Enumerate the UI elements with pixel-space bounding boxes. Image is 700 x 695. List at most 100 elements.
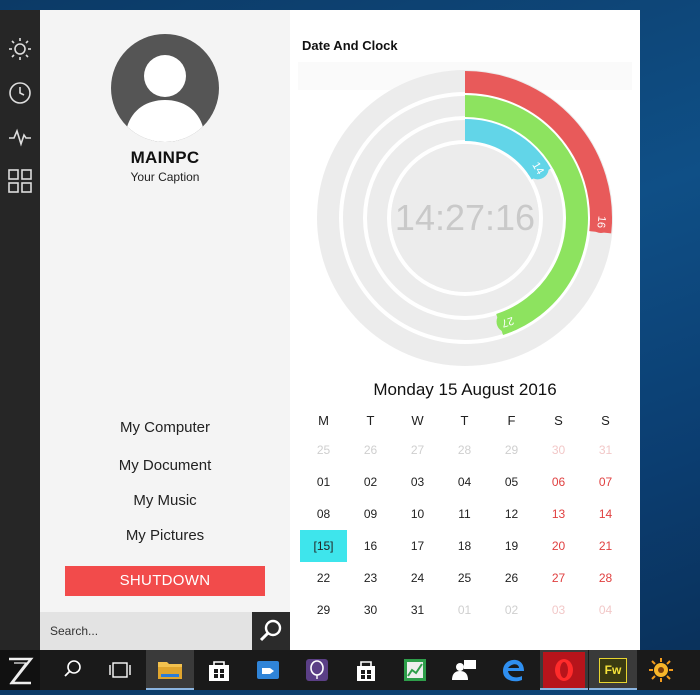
- seconds-marker: 16: [589, 210, 612, 233]
- minutes-marker: 27: [496, 310, 519, 333]
- people-icon: [452, 660, 476, 680]
- taskbar-app-store[interactable]: [195, 650, 243, 690]
- task-view-button[interactable]: [96, 650, 144, 690]
- calendar-day[interactable]: 01: [300, 466, 347, 498]
- calendar-day[interactable]: 07: [582, 466, 629, 498]
- calendar-day[interactable]: 08: [300, 498, 347, 530]
- calendar-day[interactable]: 05: [488, 466, 535, 498]
- calendar-day[interactable]: 24: [394, 562, 441, 594]
- search-icon: [64, 660, 81, 677]
- fireworks-icon: Fw: [599, 658, 627, 683]
- calendar-day[interactable]: 31: [394, 594, 441, 626]
- sun-icon[interactable]: [8, 37, 32, 61]
- search-bar: [40, 612, 290, 650]
- spreadsheet-icon: [404, 659, 426, 681]
- taskbar-app-edge[interactable]: [489, 650, 537, 690]
- calendar-day[interactable]: 29: [488, 434, 535, 466]
- search-button[interactable]: [252, 612, 290, 650]
- weekday-label: W: [411, 413, 424, 428]
- calendar-day[interactable]: 28: [441, 434, 488, 466]
- tag-app-icon: [257, 661, 279, 679]
- start-z-icon: [9, 657, 34, 685]
- clock-time: 14:27:16: [395, 197, 535, 238]
- taskbar-search-button[interactable]: [48, 650, 96, 690]
- calendar-day[interactable]: 09: [347, 498, 394, 530]
- calendar-day-today[interactable]: [15]: [300, 530, 347, 562]
- calendar-heading: Monday 15 August 2016: [373, 380, 557, 399]
- calendar-day[interactable]: 26: [347, 434, 394, 466]
- side-rail: [0, 10, 40, 650]
- taskbar-app-fireworks[interactable]: Fw: [589, 650, 637, 690]
- calendar-day[interactable]: 12: [488, 498, 535, 530]
- taskbar-app-file-explorer[interactable]: [146, 650, 194, 690]
- calendar-day[interactable]: 27: [535, 562, 582, 594]
- calendar-day[interactable]: 14: [582, 498, 629, 530]
- calendar-day[interactable]: 27: [394, 434, 441, 466]
- calendar-day[interactable]: 03: [535, 594, 582, 626]
- start-panel: MAINPC Your Caption My Computer My Docum…: [40, 10, 290, 650]
- store-icon: [209, 661, 229, 681]
- calendar-day[interactable]: 25: [441, 562, 488, 594]
- taskbar-app-shopping[interactable]: [342, 650, 390, 690]
- menu-item-my-pictures[interactable]: My Pictures: [40, 527, 290, 544]
- user-caption: Your Caption: [130, 170, 200, 184]
- calendar-day[interactable]: 01: [441, 594, 488, 626]
- calendar-day[interactable]: 26: [488, 562, 535, 594]
- balloon-app-icon: [306, 659, 328, 681]
- grid-tiles-icon[interactable]: [8, 169, 32, 193]
- calendar-day[interactable]: 06: [535, 466, 582, 498]
- user-avatar[interactable]: [111, 34, 219, 142]
- calendar-day[interactable]: 30: [535, 434, 582, 466]
- calendar-day[interactable]: 02: [347, 466, 394, 498]
- menu-item-my-computer[interactable]: My Computer: [40, 419, 290, 436]
- calendar-day[interactable]: 19: [488, 530, 535, 562]
- svg-text:16: 16: [594, 215, 607, 228]
- activity-pulse-icon[interactable]: [8, 125, 32, 149]
- calendar-day[interactable]: 30: [347, 594, 394, 626]
- opera-icon: [555, 659, 573, 681]
- calendar-day[interactable]: 25: [300, 434, 347, 466]
- shopping-bag-icon: [357, 661, 375, 681]
- calendar-day[interactable]: 02: [488, 594, 535, 626]
- weekday-label: S: [601, 413, 610, 428]
- calendar-day[interactable]: 29: [300, 594, 347, 626]
- edge-icon: [503, 659, 524, 682]
- calendar-day[interactable]: 16: [347, 530, 394, 562]
- weekday-label: M: [318, 413, 329, 428]
- taskbar-app-spreadsheet[interactable]: [391, 650, 439, 690]
- taskbar-app-opera[interactable]: [540, 650, 588, 690]
- taskbar-app-balloon[interactable]: [293, 650, 341, 690]
- calendar-day[interactable]: 03: [394, 466, 441, 498]
- calendar-day[interactable]: 04: [582, 594, 629, 626]
- taskbar-app-people[interactable]: [440, 650, 488, 690]
- clock-rings: 16 27 14 14:27:16: [298, 62, 632, 366]
- calendar-day[interactable]: 10: [394, 498, 441, 530]
- calendar-day[interactable]: 28: [582, 562, 629, 594]
- calendar-day[interactable]: 13: [535, 498, 582, 530]
- calendar-day[interactable]: 17: [394, 530, 441, 562]
- calendar-day[interactable]: 22: [300, 562, 347, 594]
- menu-item-my-document[interactable]: My Document: [40, 457, 290, 474]
- calendar-day[interactable]: 04: [441, 466, 488, 498]
- calendar-day[interactable]: 31: [582, 434, 629, 466]
- calendar-day[interactable]: 21: [582, 530, 629, 562]
- taskbar-app-tag[interactable]: [244, 650, 292, 690]
- search-input[interactable]: [40, 612, 252, 650]
- weekday-label: T: [460, 413, 469, 428]
- calendar-day[interactable]: 23: [347, 562, 394, 594]
- user-name: MAINPC: [130, 148, 200, 167]
- widget-title: Date And Clock: [302, 38, 398, 53]
- shutdown-button[interactable]: SHUTDOWN: [65, 566, 265, 596]
- clock-icon[interactable]: [8, 81, 32, 105]
- calendar-day[interactable]: 20: [535, 530, 582, 562]
- menu-item-my-music[interactable]: My Music: [40, 492, 290, 509]
- task-view-icon: [109, 662, 131, 678]
- calendar-grid: M T W T F S S 25 26 27 28 29 30 31 01 02 03 04 05 06…: [300, 408, 630, 626]
- calendar-day[interactable]: 11: [441, 498, 488, 530]
- start-z-button[interactable]: [0, 650, 40, 690]
- weekday-label: S: [554, 413, 563, 428]
- weekday-label: F: [507, 413, 516, 428]
- taskbar-app-xnview[interactable]: [637, 650, 685, 690]
- calendar-day[interactable]: 18: [441, 530, 488, 562]
- weekday-label: T: [366, 413, 375, 428]
